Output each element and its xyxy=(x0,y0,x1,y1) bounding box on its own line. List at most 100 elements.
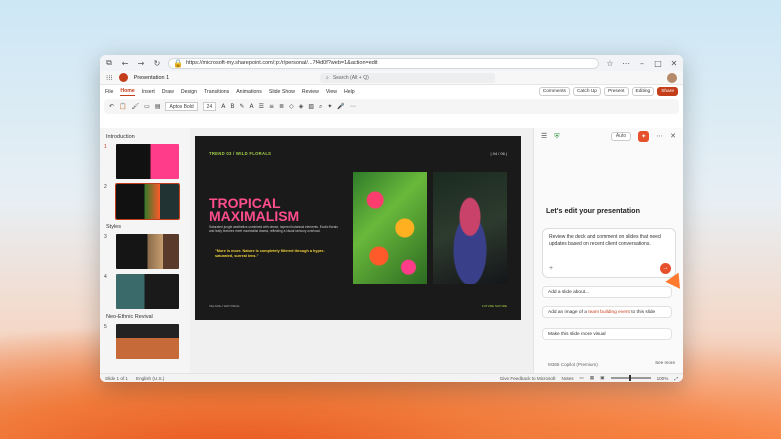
slide-thumbnail[interactable] xyxy=(116,274,179,309)
tab-draw[interactable]: Draw xyxy=(162,89,174,95)
language[interactable]: English (U.S.) xyxy=(136,376,164,381)
catch-up-button[interactable]: Catch Up xyxy=(572,87,601,96)
shapes-icon[interactable]: ◇ xyxy=(289,103,294,110)
app-launcher-icon[interactable]: ⁝⁝⁝ xyxy=(106,74,113,82)
editing-mode-button[interactable]: Editing xyxy=(631,87,655,96)
tab-file[interactable]: File xyxy=(105,89,113,95)
tabs-icon[interactable]: ⧉ xyxy=(104,58,114,68)
new-slide-icon[interactable]: ▭ xyxy=(144,103,150,110)
fit-icon[interactable]: ⤢ xyxy=(674,376,678,381)
slide-thumbnail[interactable] xyxy=(116,324,179,359)
see-more-button[interactable]: See more xyxy=(655,360,675,365)
tab-home[interactable]: Home xyxy=(120,88,135,96)
more-icon[interactable]: ⋯ xyxy=(621,59,631,68)
dictate-icon[interactable]: 🎤 xyxy=(337,103,344,110)
bold-icon[interactable]: B xyxy=(230,103,234,110)
fashion-model-image[interactable] xyxy=(433,172,507,284)
find-icon[interactable]: ⌕ xyxy=(319,103,322,111)
paste-icon[interactable]: 📋 xyxy=(119,103,126,110)
add-attachment-icon[interactable]: + xyxy=(549,266,553,273)
url-text: https://microsoft-my.sharepoint.com/:p:/… xyxy=(186,60,378,66)
layout-icon[interactable]: ▤ xyxy=(155,103,161,110)
slide-footer-left[interactable]: VELARE // EDITORIAL xyxy=(209,304,240,308)
tab-review[interactable]: Review xyxy=(302,89,319,95)
suggestion-add-slide[interactable]: Add a slide about... xyxy=(542,286,672,298)
slide-body[interactable]: Saturated jungle aesthetics combined wit… xyxy=(209,225,339,233)
grow-font-icon[interactable]: A xyxy=(221,103,225,110)
slide-thumbnail[interactable] xyxy=(116,144,179,179)
comments-button[interactable]: Comments xyxy=(538,87,570,96)
history-icon[interactable]: ☰ xyxy=(541,132,547,140)
font-color-icon[interactable]: A xyxy=(250,103,254,110)
close-icon[interactable]: ✕ xyxy=(669,59,679,68)
zoom-level[interactable]: 100% xyxy=(657,376,669,381)
search-input[interactable]: ⌕ Search (Alt + Q) xyxy=(320,73,495,83)
section-styles[interactable]: Styles xyxy=(106,224,186,230)
tab-design[interactable]: Design xyxy=(181,89,197,95)
copilot-prompt-input[interactable]: Review the deck and comment on slides th… xyxy=(542,228,676,278)
pane-more-icon[interactable]: ⋯ xyxy=(656,132,663,140)
back-icon[interactable]: ← xyxy=(120,59,130,68)
reading-view-icon[interactable]: ▣ xyxy=(600,375,604,381)
share-button[interactable]: Share xyxy=(657,87,678,96)
undo-icon[interactable]: ↶ xyxy=(109,103,114,110)
favorite-icon[interactable]: ☆ xyxy=(605,59,615,68)
fill-icon[interactable]: ◈ xyxy=(299,103,304,110)
tab-help[interactable]: Help xyxy=(344,89,355,95)
maximize-icon[interactable]: □ xyxy=(653,59,663,68)
section-neo-ethnic-revival[interactable]: Neo-Ethnic Revival xyxy=(106,314,186,320)
slide-thumbnail[interactable] xyxy=(115,183,180,220)
slide-brand-text[interactable]: TREND 03 / WILD FLORALS xyxy=(209,151,271,156)
slide-footer-right[interactable]: FUTURE NATURE xyxy=(482,304,507,308)
font-size-select[interactable]: 24 xyxy=(202,102,217,111)
tab-insert[interactable]: Insert xyxy=(142,89,155,95)
thumbnail-item[interactable]: 4 xyxy=(104,274,186,309)
font-family-select[interactable]: Aptos Bold xyxy=(165,102,198,111)
present-button[interactable]: Present xyxy=(603,87,629,96)
section-introduction[interactable]: Introduction xyxy=(106,134,186,140)
forward-icon[interactable]: → xyxy=(136,59,146,68)
notes-button[interactable]: Notes xyxy=(562,376,574,381)
highlight-icon[interactable]: ✎ xyxy=(239,103,244,110)
suggestion-text: to this slide xyxy=(629,309,656,315)
suggestion-more-visual[interactable]: Make this slide more visual xyxy=(542,328,672,340)
powerpoint-logo xyxy=(118,73,128,82)
thumbnail-item[interactable]: 3 xyxy=(104,234,186,269)
feedback-link[interactable]: Give Feedback to Microsoft xyxy=(500,376,556,381)
refresh-icon[interactable]: ↻ xyxy=(152,59,162,68)
bullets-icon[interactable]: ☰ xyxy=(259,103,264,110)
tab-view[interactable]: View xyxy=(326,89,337,95)
thumbnail-item[interactable]: 1 xyxy=(104,144,186,179)
send-icon[interactable]: → xyxy=(660,263,671,274)
avatar[interactable] xyxy=(667,72,677,83)
thumbnail-item[interactable]: 2 xyxy=(104,183,186,220)
slide-page-indicator[interactable]: | 04 / 06 | xyxy=(490,151,507,156)
slide-thumbnail[interactable] xyxy=(116,234,179,269)
pane-close-icon[interactable]: ✕ xyxy=(670,132,676,140)
tab-animations[interactable]: Animations xyxy=(236,89,262,95)
document-title[interactable]: Presentation 1 xyxy=(134,75,169,81)
zoom-knob[interactable] xyxy=(628,375,631,381)
more-options-icon[interactable]: ⋯ xyxy=(350,103,356,110)
designer-icon[interactable]: ✦ xyxy=(327,103,332,110)
slide-quote[interactable]: "More is more. Nature is completely filt… xyxy=(215,249,335,258)
address-bar[interactable]: 🔒 https://microsoft-my.sharepoint.com/:p… xyxy=(168,57,599,69)
thumbnail-item[interactable]: 5 xyxy=(104,324,186,359)
current-slide[interactable]: TREND 03 / WILD FLORALS | 04 / 06 | TROP… xyxy=(195,136,521,320)
tab-slide-show[interactable]: Slide Show xyxy=(269,89,295,95)
zoom-slider[interactable] xyxy=(610,375,651,381)
mode-select[interactable]: Auto xyxy=(610,131,632,141)
slide-title[interactable]: TROPICAL MAXIMALISM xyxy=(209,196,349,223)
align-icon[interactable]: ≣ xyxy=(279,103,284,110)
format-painter-icon[interactable]: 🖌 xyxy=(132,103,140,110)
picture-icon[interactable]: ▧ xyxy=(308,103,314,110)
tropical-floral-image[interactable] xyxy=(353,172,427,284)
sorter-view-icon[interactable]: ▦ xyxy=(590,375,594,381)
normal-view-icon[interactable]: ▭ xyxy=(580,375,584,381)
numbering-icon[interactable]: ≡ xyxy=(269,103,274,110)
tab-transitions[interactable]: Transitions xyxy=(204,89,229,95)
suggestion-highlight: team building event xyxy=(588,309,630,315)
suggestion-add-image[interactable]: Add an image of a team building event to… xyxy=(542,306,672,318)
copilot-icon[interactable]: ✦ xyxy=(638,130,650,142)
minimize-icon[interactable]: – xyxy=(637,59,647,68)
